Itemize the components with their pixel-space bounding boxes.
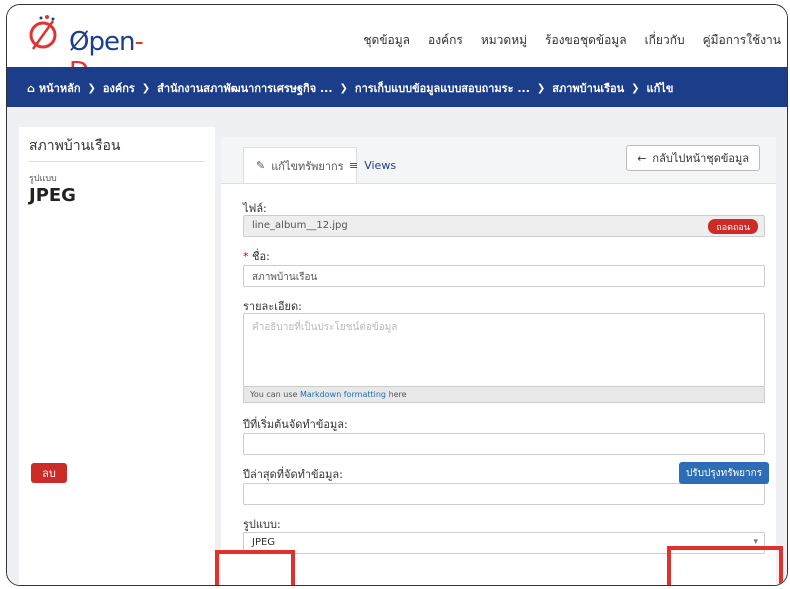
required-marker: * (243, 250, 249, 263)
sidebar-format-value: JPEG (29, 185, 76, 206)
breadcrumb-resource[interactable]: สภาพบ้านเรือน (552, 79, 624, 97)
chevron-right-icon: ❯ (141, 82, 151, 94)
breadcrumb-organizations[interactable]: องค์กร (103, 79, 135, 97)
main-nav: ชุดข้อมูล องค์กร หมวดหมู่ ร้องขอชุดข้อมู… (363, 31, 781, 50)
breadcrumb-home[interactable]: หน้าหลัก (39, 79, 81, 97)
chevron-right-icon: ❯ (339, 82, 348, 94)
markdown-prefix: You can use (250, 390, 298, 399)
nav-item-request-dataset[interactable]: ร้องขอชุดข้อมูล (545, 31, 627, 50)
breadcrumb: ⌂ หน้าหลัก ❯ องค์กร ❯ สำนักงานสภาพัฒนากา… (27, 79, 673, 97)
resource-sidebar: สภาพบ้านเรือน รูปแบบ JPEG (19, 127, 215, 585)
update-resource-button[interactable]: ปรับปรุงทรัพยากร (679, 462, 769, 484)
edit-icon: ✎ (256, 159, 266, 172)
chevron-right-icon: ❯ (631, 82, 640, 94)
sidebar-title: สภาพบ้านเรือน (29, 138, 121, 154)
site-header: Øpen-D ชุดข้อมูล องค์กร หมวดหมู่ ร้องขอช… (7, 5, 787, 87)
file-value: line_album__12.jpg (252, 220, 348, 231)
breadcrumb-bar: ⌂ หน้าหลัก ❯ องค์กร ❯ สำนักงานสภาพัฒนากา… (7, 67, 787, 107)
markdown-note: You can use Markdown formatting here (243, 387, 765, 403)
breadcrumb-dataset[interactable]: การเก็บแบบข้อมูลแบบสอบถามระ ... (355, 79, 530, 97)
file-field: line_album__12.jpg ถอดถอน (243, 215, 765, 237)
markdown-link[interactable]: Markdown formatting (300, 390, 386, 399)
markdown-suffix: here (388, 390, 407, 399)
sidebar-divider (29, 161, 205, 162)
tab-edit-label: แก้ไขทรัพยากร (271, 159, 344, 173)
site-logo[interactable]: Øpen-D (25, 13, 144, 87)
name-label-text: ชื่อ: (252, 250, 270, 263)
end-year-input[interactable] (243, 483, 765, 505)
chevron-right-icon: ❯ (87, 82, 96, 94)
remove-file-button[interactable]: ถอดถอน (708, 219, 758, 234)
start-year-label: ปีที่เริ่มต้นจัดทำข้อมูล: (243, 418, 348, 431)
resource-edit-panel: ✎ แก้ไขทรัพยากร ≡ Views ← กลับไปหน้าชุดข… (221, 137, 776, 585)
page-content: สภาพบ้านเรือน รูปแบบ JPEG ✎ แก้ไขทรัพยาก… (7, 107, 787, 585)
description-textarea[interactable]: คำอธิบายที่เป็นประโยชน์ต่อข้อมูล (243, 313, 765, 387)
format-label: รูปแบบ: (243, 518, 281, 531)
nav-item-organizations[interactable]: องค์กร (428, 31, 463, 50)
nav-item-categories[interactable]: หมวดหมู่ (481, 31, 527, 50)
logo-icon (29, 15, 57, 50)
breadcrumb-edit[interactable]: แก้ไข (647, 79, 674, 97)
nav-item-manual[interactable]: คู่มือการใช้งาน (703, 31, 781, 50)
end-year-label: ปีล่าสุดที่จัดทำข้อมูล: (243, 468, 343, 481)
tab-bar: ✎ แก้ไขทรัพยากร ≡ Views ← กลับไปหน้าชุดข… (221, 137, 776, 184)
chevron-right-icon: ❯ (536, 82, 546, 94)
name-label: * ชื่อ: (243, 247, 270, 265)
nav-item-datasets[interactable]: ชุดข้อมูล (363, 31, 410, 50)
tab-views-label: Views (364, 158, 397, 172)
breadcrumb-organization[interactable]: สำนักงานสภาพัฒนาการเศรษฐกิจ ... (157, 79, 332, 97)
home-icon: ⌂ (27, 81, 35, 95)
sidebar-format-label: รูปแบบ (29, 174, 57, 184)
tab-views[interactable]: ≡ Views (337, 147, 408, 183)
update-highlight-box (667, 546, 783, 585)
delete-highlight-box (215, 550, 295, 585)
back-to-dataset-button[interactable]: ← กลับไปหน้าชุดข้อมูล (626, 145, 760, 171)
nav-item-about[interactable]: เกี่ยวกับ (645, 31, 685, 50)
list-icon: ≡ (349, 158, 359, 172)
format-selected-value: JPEG (252, 537, 276, 548)
logo-main-text: Øpen (69, 27, 135, 57)
browser-frame: Øpen-D ชุดข้อมูล องค์กร หมวดหมู่ ร้องขอช… (6, 4, 788, 586)
delete-button[interactable]: ลบ (31, 463, 67, 483)
back-button-label: กลับไปหน้าชุดข้อมูล (652, 152, 749, 165)
name-input[interactable]: สภาพบ้านเรือน (243, 265, 765, 287)
start-year-input[interactable] (243, 433, 765, 455)
arrow-left-icon: ← (637, 151, 647, 165)
